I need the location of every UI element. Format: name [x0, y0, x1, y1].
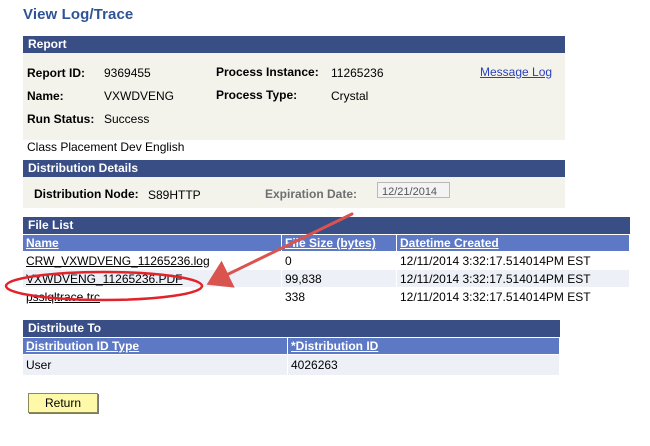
report-section-header: Report [23, 36, 565, 53]
distribution-id-column-header[interactable]: *Distribution ID [287, 338, 560, 355]
distribution-section-header: Distribution Details [23, 160, 565, 177]
distribute-to-table: Distribution ID Type *Distribution ID Us… [23, 338, 560, 375]
process-instance-label: Process Instance: [216, 65, 319, 79]
page-title: View Log/Trace [23, 6, 134, 23]
distribution-node-label: Distribution Node: [34, 187, 139, 201]
name-value: VXWDVENG [104, 89, 175, 103]
run-status-value: Success [104, 112, 150, 126]
table-row: User 4026263 [23, 354, 560, 375]
file-size: 338 [281, 287, 397, 305]
table-row: CRW_VXWDVENG_11265236.log 0 12/11/2014 3… [23, 251, 630, 270]
expiration-date-field: 12/21/2014 [377, 182, 450, 198]
name-label: Name: [27, 89, 64, 103]
file-list-table: Name File Size (bytes) Datetime Created … [23, 235, 630, 305]
run-status-label: Run Status: [27, 112, 95, 126]
table-row: VXWDVENG_11265236.PDF 99,838 12/11/2014 … [23, 269, 630, 288]
distribution-id-type-column-header[interactable]: Distribution ID Type [23, 338, 288, 355]
file-created: 12/11/2014 3:32:17.514014PM EST [396, 269, 630, 288]
file-link[interactable]: CRW_VXWDVENG_11265236.log [26, 254, 210, 268]
table-row: psslqltrace.trc 338 12/11/2014 3:32:17.5… [23, 287, 630, 305]
file-name-column-header[interactable]: Name [23, 235, 282, 252]
distribution-id: 4026263 [287, 354, 560, 375]
file-list-section-header: File List [23, 217, 630, 234]
process-type-value: Crystal [331, 89, 369, 103]
file-created: 12/11/2014 3:32:17.514014PM EST [396, 287, 630, 305]
expiration-date-label: Expiration Date: [265, 187, 358, 201]
file-link[interactable]: psslqltrace.trc [26, 290, 100, 304]
distribution-node-value: S89HTTP [148, 188, 201, 202]
file-size: 0 [281, 251, 397, 270]
return-button[interactable]: Return [28, 393, 98, 413]
file-size-column-header[interactable]: File Size (bytes) [281, 235, 397, 252]
distribution-id-type: User [23, 354, 288, 375]
report-description: Class Placement Dev English [27, 140, 185, 154]
report-id-value: 9369455 [104, 66, 151, 80]
distribute-to-section-header: Distribute To [23, 320, 560, 337]
process-type-label: Process Type: [216, 88, 298, 102]
file-link[interactable]: VXWDVENG_11265236.PDF [26, 272, 183, 286]
file-created: 12/11/2014 3:32:17.514014PM EST [396, 251, 630, 270]
datetime-created-column-header[interactable]: Datetime Created [396, 235, 630, 252]
message-log-link[interactable]: Message Log [480, 65, 552, 79]
report-id-label: Report ID: [27, 66, 85, 80]
process-instance-value: 11265236 [331, 66, 384, 80]
file-size: 99,838 [281, 269, 397, 288]
